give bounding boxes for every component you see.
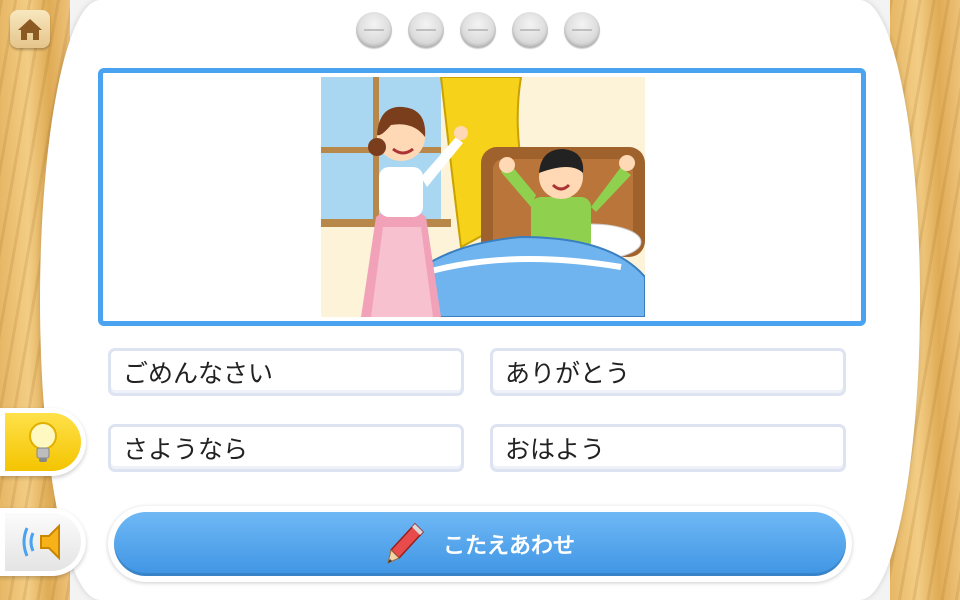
progress-dot bbox=[512, 12, 548, 48]
lightbulb-icon bbox=[29, 422, 57, 462]
progress-dot bbox=[356, 12, 392, 48]
progress-dot bbox=[408, 12, 444, 48]
morning-scene-illustration bbox=[321, 77, 645, 317]
hint-button[interactable] bbox=[0, 408, 86, 476]
question-picture-frame bbox=[98, 68, 866, 326]
choice-label: ありがとう bbox=[505, 359, 631, 388]
speaker-icon bbox=[22, 523, 60, 561]
progress-dot bbox=[460, 12, 496, 48]
sound-button[interactable] bbox=[0, 508, 86, 576]
home-icon bbox=[18, 19, 42, 40]
answer-button-frame: こたえあわせ bbox=[108, 506, 852, 582]
choice-label: ごめんなさい bbox=[123, 359, 274, 388]
choice-label: おはよう bbox=[505, 435, 606, 464]
check-answer-button[interactable]: こたえあわせ bbox=[114, 512, 846, 576]
home-button[interactable] bbox=[10, 10, 50, 48]
progress-dot bbox=[564, 12, 600, 48]
choice-button-2[interactable]: ありがとう bbox=[490, 348, 846, 396]
choice-button-1[interactable]: ごめんなさい bbox=[108, 348, 464, 396]
choice-label: さようなら bbox=[123, 435, 249, 464]
pencil-icon bbox=[387, 522, 425, 564]
check-answer-label: こたえあわせ bbox=[442, 534, 575, 559]
choice-button-3[interactable]: さようなら bbox=[108, 424, 464, 472]
progress-indicator bbox=[356, 12, 600, 48]
choice-button-4[interactable]: おはよう bbox=[490, 424, 846, 472]
